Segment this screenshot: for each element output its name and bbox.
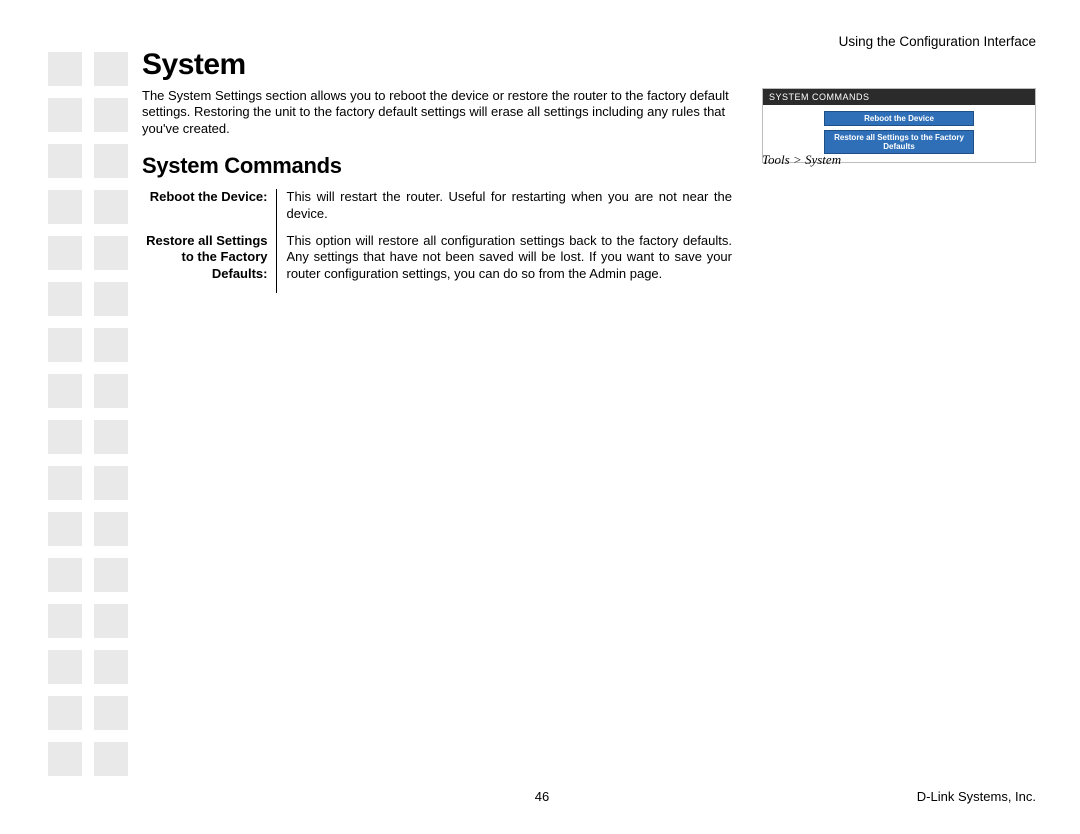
header-section-label: Using the Configuration Interface: [839, 34, 1036, 49]
def-desc-restore: This option will restore all configurati…: [276, 233, 732, 294]
thumb-restore-button: Restore all Settings to the Factory Defa…: [824, 130, 974, 154]
intro-paragraph: The System Settings section allows you t…: [142, 88, 742, 137]
def-desc-reboot: This will restart the router. Useful for…: [276, 189, 732, 233]
def-label-restore: Restore all Settings to the Factory Defa…: [142, 233, 276, 294]
footer: 46 D-Link Systems, Inc.: [48, 789, 1036, 804]
decorative-squares: [48, 52, 128, 788]
def-label-reboot: Reboot the Device:: [142, 189, 276, 233]
thumb-caption: Tools > System: [762, 152, 841, 168]
definitions-table: Reboot the Device: This will restart the…: [142, 189, 732, 293]
page-title: System: [142, 48, 742, 82]
thumb-reboot-button: Reboot the Device: [824, 111, 974, 126]
page-number: 46: [48, 789, 1036, 804]
thumb-header: SYSTEM COMMANDS: [763, 89, 1035, 105]
section-heading: System Commands: [142, 153, 742, 179]
